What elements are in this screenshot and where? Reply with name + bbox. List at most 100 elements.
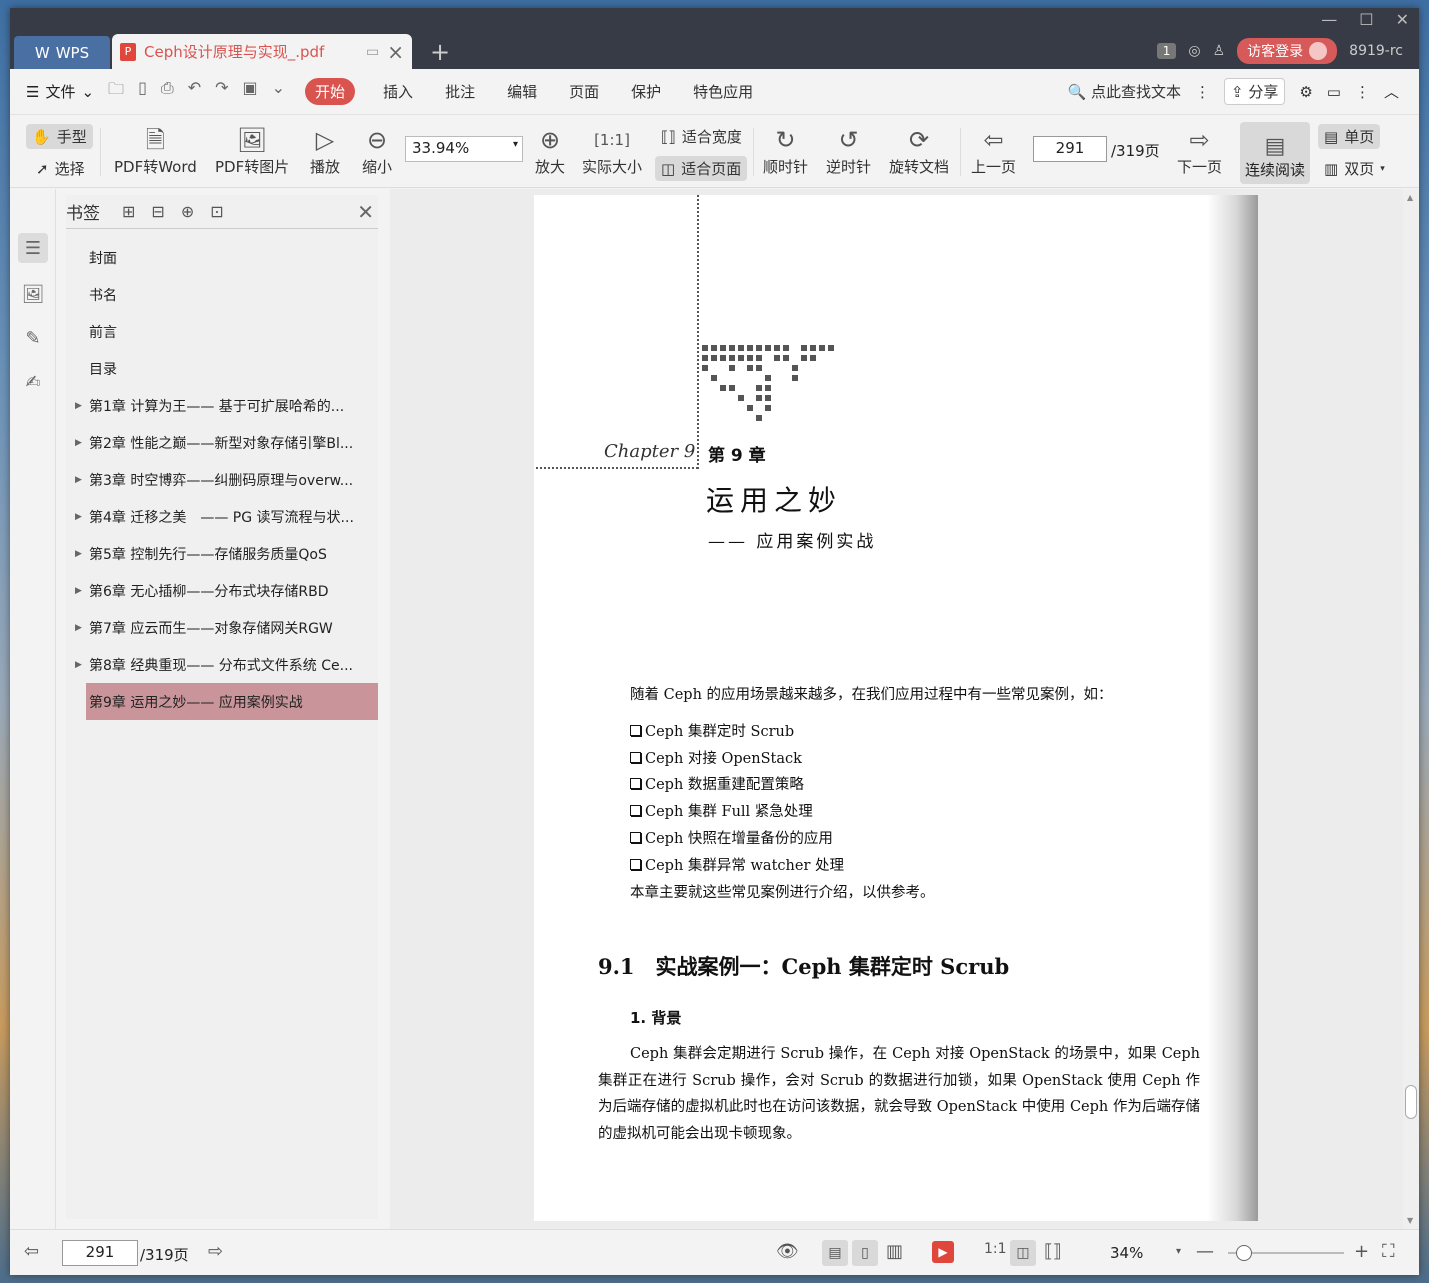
comment-icon[interactable]: ▭	[1327, 83, 1341, 101]
close-window-icon[interactable]: ✕	[1396, 10, 1409, 29]
bookmark-item[interactable]: 前言	[66, 313, 378, 350]
status-next-page-icon[interactable]: ⇨	[208, 1241, 223, 1262]
wps-home-tab[interactable]: W WPS	[14, 36, 110, 69]
double-view-icon[interactable]: ▥	[886, 1241, 903, 1262]
bookmark-item[interactable]: ▶ 第5章 控制先行——存储服务质量QoS	[66, 535, 378, 572]
maximize-icon[interactable]: ☐	[1359, 10, 1373, 29]
export-icon[interactable]: ▣	[243, 78, 258, 105]
bookmark-item-selected[interactable]: ▶第9章 运用之妙—— 应用案例实战	[86, 683, 378, 720]
zoom-select[interactable]: 33.94% ▾	[405, 136, 523, 162]
scrollbar-thumb[interactable]	[1405, 1085, 1417, 1119]
search-text-button[interactable]: 🔍 点此查找文本	[1067, 81, 1180, 102]
next-page-button[interactable]: ⇨ 下一页	[1177, 124, 1222, 177]
thumbnail-panel-icon[interactable]: 🖼	[18, 279, 48, 309]
fit-page-button[interactable]: ◫ 适合页面	[655, 156, 748, 181]
expand-arrow-icon[interactable]: ▶	[75, 475, 82, 485]
fit-width-status-icon[interactable]: ⟦⟧	[1044, 1241, 1062, 1262]
single-view-icon[interactable]: ▯	[852, 1240, 878, 1266]
bookmark-item[interactable]: 书名	[66, 276, 378, 313]
tab-insert[interactable]: 插入	[383, 81, 413, 102]
tab-special[interactable]: 特色应用	[693, 81, 753, 102]
open-folder-icon[interactable]: 🗀	[108, 78, 124, 105]
tab-edit[interactable]: 编辑	[507, 81, 537, 102]
tab-start[interactable]: 开始	[305, 78, 356, 105]
status-prev-page-icon[interactable]: ⇦	[24, 1241, 39, 1262]
actual-size-status-icon[interactable]: 1:1	[984, 1241, 1007, 1257]
print-icon[interactable]: ⎙	[161, 78, 174, 105]
more-options-icon[interactable]: ⋮	[1355, 83, 1370, 101]
status-page-input[interactable]: 291	[62, 1240, 138, 1266]
tab-protect[interactable]: 保护	[631, 81, 661, 102]
expand-arrow-icon[interactable]: ▶	[75, 660, 82, 670]
play-button[interactable]: ▷ 播放	[310, 124, 340, 177]
minimize-icon[interactable]: —	[1321, 10, 1337, 29]
expand-arrow-icon[interactable]: ▶	[75, 586, 82, 596]
page-number-input[interactable]: 291	[1033, 136, 1107, 162]
double-page-button[interactable]: ▥ 双页 ▾	[1318, 156, 1391, 181]
zoom-plus-icon[interactable]: +	[1354, 1241, 1369, 1262]
fit-page-status-icon[interactable]: ◫	[1010, 1240, 1036, 1266]
shirt-icon[interactable]: ♙	[1213, 43, 1226, 59]
close-tab-icon[interactable]: ×	[387, 40, 404, 64]
zoom-slider-knob[interactable]	[1236, 1245, 1252, 1261]
fullscreen-icon[interactable]: ⛶	[1382, 1241, 1395, 1262]
zoom-in-button[interactable]: ⊕ 放大	[535, 124, 565, 177]
status-zoom-value[interactable]: 34%	[1110, 1244, 1143, 1262]
bookmark-panel-icon[interactable]: ☰	[18, 233, 48, 263]
save-icon[interactable]: ▯	[138, 78, 147, 105]
expand-arrow-icon[interactable]: ▶	[75, 623, 82, 633]
bookmark-item[interactable]: ▶ 第3章 时空博弈——纠删码原理与overw...	[66, 461, 378, 498]
bookmark-item[interactable]: ▶ 第7章 应云而生——对象存储网关RGW	[66, 609, 378, 646]
select-tool-button[interactable]: ➚ 选择	[30, 156, 91, 181]
bookmark-item[interactable]: ▶ 第1章 计算为王—— 基于可扩展哈希的...	[66, 387, 378, 424]
bookmark-item[interactable]: ▶ 第6章 无心插柳——分布式块存储RBD	[66, 572, 378, 609]
settings-gear-icon[interactable]: ⚙	[1299, 83, 1312, 101]
continuous-view-icon[interactable]: ▤	[822, 1240, 848, 1266]
bookmark-item[interactable]: ▶ 第8章 经典重现—— 分布式文件系统 Ce...	[66, 646, 378, 683]
skin-icon[interactable]: ◎	[1188, 43, 1200, 59]
collapse-ribbon-icon[interactable]: ︿	[1384, 81, 1399, 102]
bookmark-item[interactable]: 目录	[66, 350, 378, 387]
prev-page-button[interactable]: ⇦ 上一页	[971, 124, 1016, 177]
share-button[interactable]: ⇪ 分享	[1223, 78, 1286, 105]
expand-arrow-icon[interactable]: ▶	[75, 401, 82, 411]
rotate-clockwise-button[interactable]: ↻ 顺时针	[763, 124, 808, 177]
continuous-read-button[interactable]: ▤ 连续阅读	[1240, 122, 1310, 184]
bookmark-item[interactable]: 封面	[66, 239, 378, 276]
more-vertical-icon[interactable]: ⋮	[1195, 83, 1210, 101]
rotate-counterclockwise-button[interactable]: ↺ 逆时针	[826, 124, 871, 177]
undo-icon[interactable]: ↶	[188, 78, 201, 105]
add-bookmark-icon[interactable]: ⊕	[181, 202, 194, 221]
rotate-document-button[interactable]: ⟳ 旋转文档	[889, 124, 949, 177]
hand-tool-button[interactable]: ✋ 手型	[26, 124, 93, 149]
zoom-out-button[interactable]: ⊖ 缩小	[362, 124, 392, 177]
slideshow-play-icon[interactable]: ▶	[932, 1241, 954, 1263]
signature-panel-icon[interactable]: ✍	[18, 367, 48, 397]
window-count-badge[interactable]: 1	[1156, 43, 1177, 59]
actual-size-button[interactable]: [1:1] 实际大小	[582, 124, 642, 177]
expand-arrow-icon[interactable]: ▶	[75, 549, 82, 559]
single-page-button[interactable]: ▤ 单页	[1318, 124, 1381, 149]
bookmark-item[interactable]: ▶ 第4章 迁移之美 —— PG 读写流程与状...	[66, 498, 378, 535]
expand-arrow-icon[interactable]: ▶	[75, 512, 82, 522]
tab-annotate[interactable]: 批注	[445, 81, 475, 102]
scroll-down-icon[interactable]: ▼	[1407, 1216, 1413, 1225]
close-panel-icon[interactable]: ✕	[357, 200, 374, 224]
eye-protection-icon[interactable]: 👁	[776, 1241, 799, 1262]
pdf-to-image-button[interactable]: 🖼 PDF转图片	[215, 124, 289, 177]
bookmark-settings-icon[interactable]: ⊡	[210, 202, 223, 221]
document-tab[interactable]: P Ceph设计原理与实现_.pdf ▭ ×	[112, 34, 412, 69]
zoom-slider[interactable]	[1228, 1245, 1344, 1261]
pdf-to-word-button[interactable]: 🗎 PDF转Word	[114, 124, 197, 177]
collapse-all-icon[interactable]: ⊟	[151, 202, 164, 221]
scroll-up-icon[interactable]: ▲	[1407, 193, 1413, 202]
file-menu[interactable]: ☰ 文件 ⌄	[26, 81, 94, 102]
vertical-scrollbar[interactable]: ▲ ▼	[1403, 189, 1419, 1229]
more-dropdown-icon[interactable]: ⌄	[272, 78, 285, 105]
zoom-minus-icon[interactable]: —	[1196, 1241, 1214, 1262]
annotation-panel-icon[interactable]: ✎	[18, 323, 48, 353]
login-button[interactable]: 访客登录	[1237, 38, 1338, 64]
tab-page[interactable]: 页面	[569, 81, 599, 102]
expand-arrow-icon[interactable]: ▶	[75, 438, 82, 448]
new-tab-button[interactable]: +	[430, 38, 450, 66]
